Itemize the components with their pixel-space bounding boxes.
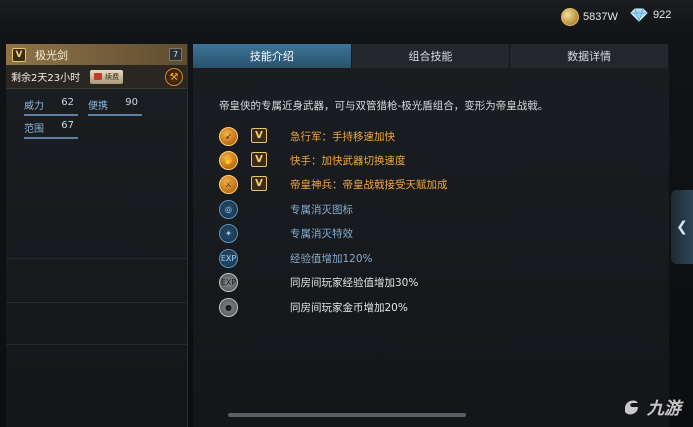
tab-data-details[interactable]: 数据详情 — [510, 44, 670, 68]
diamond-icon — [629, 8, 649, 22]
collapse-arrow-icon[interactable]: ❮ — [671, 190, 693, 264]
exp-icon: EXP — [219, 248, 238, 268]
weapon-level: 7 — [169, 48, 182, 61]
stat-range: 范围 67 — [24, 120, 78, 139]
target-icon: ◎ — [219, 199, 238, 219]
skill-row: EXP 经验值增加120% — [219, 247, 373, 269]
watermark: 九游 — [621, 394, 681, 419]
skill-row: EXP 同房间玩家经验值增加30% — [219, 271, 418, 293]
skill-text: 同房间玩家金币增加20% — [290, 302, 408, 314]
stat-value: 67 — [61, 120, 74, 131]
divider — [6, 344, 187, 345]
skill-text: 快手：加快武器切换速度 — [290, 155, 406, 167]
skill-row: ✦ 专属消灭特效 — [219, 222, 353, 244]
skill-row: ➶ V 急行军：手持移速加快 — [219, 125, 395, 147]
stat-label: 范围 — [24, 124, 44, 135]
skill-row: ● 同房间玩家金币增加20% — [219, 296, 408, 318]
weapon-stats: 威力 62 便携 90 范围 67 — [6, 89, 187, 139]
diamond-currency: 922 — [629, 8, 671, 22]
gold-coin-icon — [561, 8, 579, 26]
diamond-amount: 922 — [653, 9, 672, 21]
weapon-header[interactable]: V 极光剑 7 — [6, 44, 187, 65]
vip-mark-icon: V — [251, 152, 267, 167]
run-icon: ➶ — [219, 126, 238, 146]
weapon-description: 帝皇侠的专属近身武器，可与双管猎枪-极光盾组合，变形为帝皇战戟。 — [219, 100, 549, 112]
skill-text: 专属消灭特效 — [290, 228, 353, 240]
vip-badge-icon: V — [12, 47, 26, 62]
hand-icon: ✋ — [219, 150, 238, 170]
skill-row: ✋ V 快手：加快武器切换速度 — [219, 149, 406, 171]
stat-value: 62 — [61, 97, 74, 108]
skill-row: ◎ 专属消灭图标 — [219, 198, 353, 220]
skill-text: 急行军：手持移速加快 — [290, 131, 395, 143]
vip-mark-icon: V — [251, 128, 267, 143]
skill-row: ⚔ V 帝皇神兵：帝皇战戟接受天赋加成 — [219, 173, 448, 195]
tab-bar: 技能介绍 组合技能 数据详情 — [193, 44, 670, 68]
compass-icon: ✦ — [219, 223, 238, 243]
skill-text: 帝皇神兵：帝皇战戟接受天赋加成 — [290, 179, 448, 191]
horizontal-scrollbar[interactable] — [228, 413, 466, 417]
exp-icon: EXP — [219, 272, 238, 292]
watermark-text: 九游 — [647, 399, 681, 419]
weapon-info-panel: V 极光剑 7 剩余2天23小时 续费 ⚒ 威力 62 便携 90 范围 67 — [6, 44, 188, 427]
weapon-name: 极光剑 — [35, 48, 68, 62]
divider — [6, 258, 187, 259]
remaining-time-row: 剩余2天23小时 续费 ⚒ — [6, 65, 187, 89]
skill-text: 经验值增加120% — [290, 253, 373, 265]
stat-power: 威力 62 — [24, 97, 78, 116]
remaining-time: 剩余2天23小时 — [11, 73, 81, 84]
watermark-logo-icon — [625, 400, 638, 414]
stat-label: 威力 — [24, 101, 44, 112]
top-bar: 5837W 922 — [0, 0, 693, 38]
gold-amount: 5837W — [583, 11, 618, 23]
stat-portability: 便携 90 — [88, 97, 142, 116]
weapon-icon: ⚔ — [219, 174, 238, 194]
stat-value: 90 — [125, 97, 138, 108]
renew-button[interactable]: 续费 — [90, 69, 124, 84]
vip-mark-icon: V — [251, 176, 267, 191]
stat-label: 便携 — [88, 101, 108, 112]
coin-icon: ● — [219, 297, 238, 317]
skill-text: 同房间玩家经验值增加30% — [290, 277, 419, 289]
skill-panel: 技能介绍 组合技能 数据详情 帝皇侠的专属近身武器，可与双管猎枪-极光盾组合，变… — [193, 44, 670, 427]
weapon-orb-icon[interactable]: ⚒ — [165, 68, 183, 86]
divider — [6, 302, 187, 303]
tab-combo-skills[interactable]: 组合技能 — [351, 44, 511, 68]
tab-skill-intro[interactable]: 技能介绍 — [193, 44, 352, 68]
gold-currency: 5837W — [561, 8, 618, 26]
skill-text: 专属消灭图标 — [290, 204, 353, 216]
